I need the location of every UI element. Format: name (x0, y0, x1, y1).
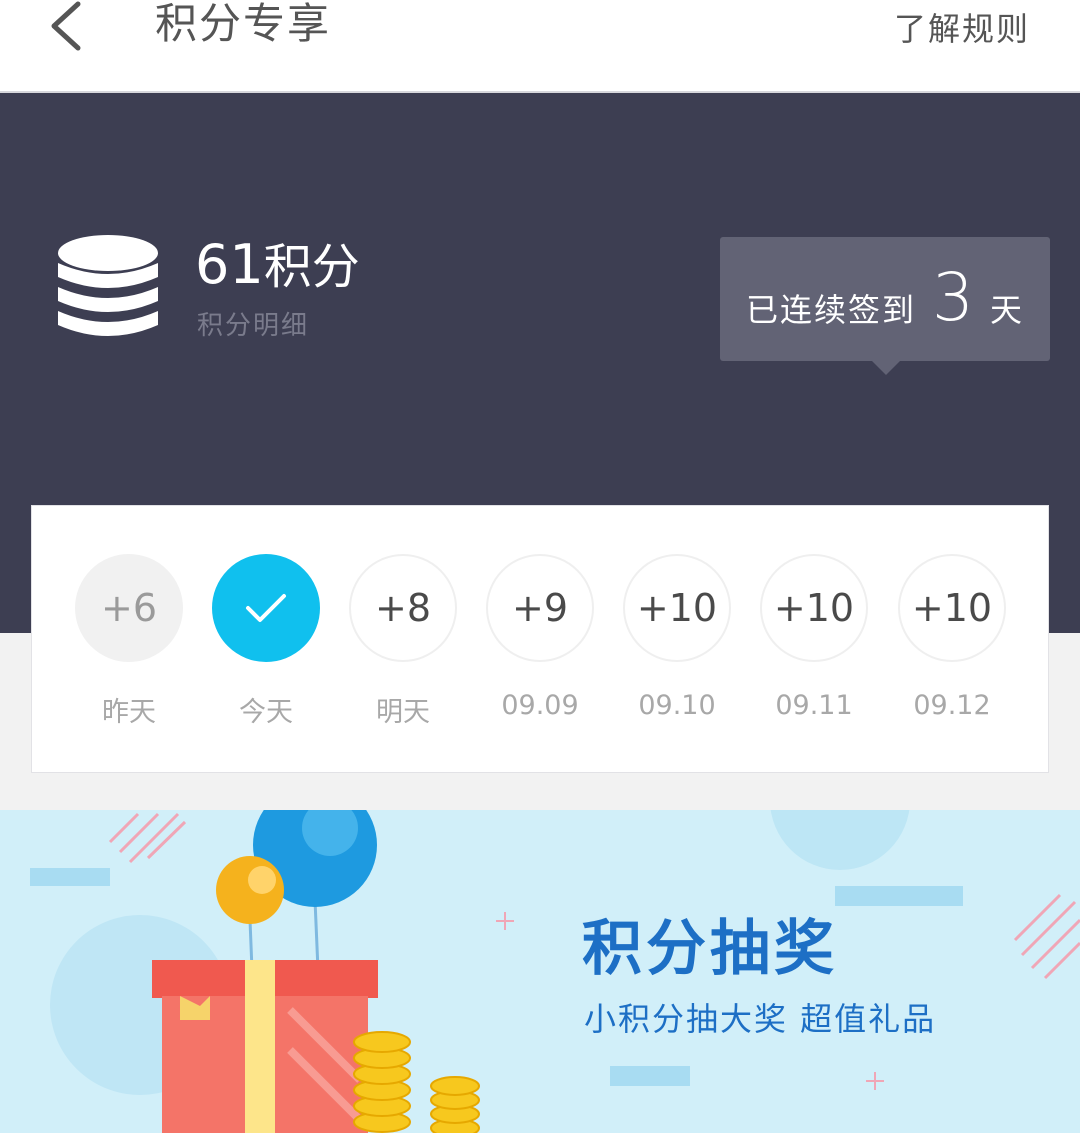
checkin-reward: +10 (623, 554, 731, 662)
checkin-day-label: 明天 (376, 697, 430, 728)
checkin-day-0909[interactable]: +9 09.09 (486, 554, 594, 721)
checkin-reward: +10 (760, 554, 868, 662)
points-detail-link[interactable]: 积分明细 (197, 305, 309, 342)
banner-title: 积分抽奖 (582, 914, 838, 984)
checkin-day-label: 09.11 (775, 690, 853, 721)
checkin-reward: +8 (349, 554, 457, 662)
checkin-card: +6 昨天 今天 +8 明天 +9 09.09 +10 09.10 +10 09… (31, 505, 1049, 773)
back-button[interactable] (38, 0, 98, 60)
banner-subtitle: 小积分抽大奖 超值礼品 (584, 1000, 937, 1038)
streak-suffix: 天 (990, 291, 1023, 329)
checkin-day-label: 09.09 (501, 690, 579, 721)
checkin-day-0911[interactable]: +10 09.11 (760, 554, 868, 721)
checkin-reward: +6 (75, 554, 183, 662)
chevron-left-icon (51, 1, 81, 51)
checkin-day-label: 09.10 (638, 690, 716, 721)
checkin-reward: +10 (898, 554, 1006, 662)
streak-tooltip: 已连续签到 3 天 (720, 237, 1050, 375)
rules-link[interactable]: 了解规则 (894, 4, 1030, 50)
checkin-day-yesterday[interactable]: +6 昨天 (75, 554, 183, 729)
checkin-day-0910[interactable]: +10 09.10 (623, 554, 731, 721)
coin-stack-icon (58, 235, 158, 336)
checkin-day-tomorrow[interactable]: +8 明天 (349, 554, 457, 729)
checkin-day-label: 09.12 (913, 690, 991, 721)
checkin-day-0912[interactable]: +10 09.12 (898, 554, 1006, 721)
checkmark-icon (246, 594, 286, 622)
points-value: 61 (195, 233, 264, 296)
points-unit: 积分 (263, 239, 360, 295)
top-bar: 积分专享 了解规则 (0, 0, 1080, 93)
checkin-day-label: 昨天 (102, 697, 156, 728)
lottery-banner[interactable]: 积分抽奖 小积分抽大奖 超值礼品 (0, 810, 1080, 1133)
page-title: 积分专享 (155, 0, 332, 48)
checkin-day-today[interactable]: 今天 (212, 554, 320, 729)
streak-days: 3 (932, 259, 974, 336)
banner-illustration (30, 810, 1080, 1133)
streak-prefix: 已连续签到 (746, 291, 917, 329)
checkin-reward: +9 (486, 554, 594, 662)
checkin-reward (212, 554, 320, 662)
points-total: 61积分 (195, 235, 360, 297)
checkin-day-label: 今天 (239, 697, 293, 728)
